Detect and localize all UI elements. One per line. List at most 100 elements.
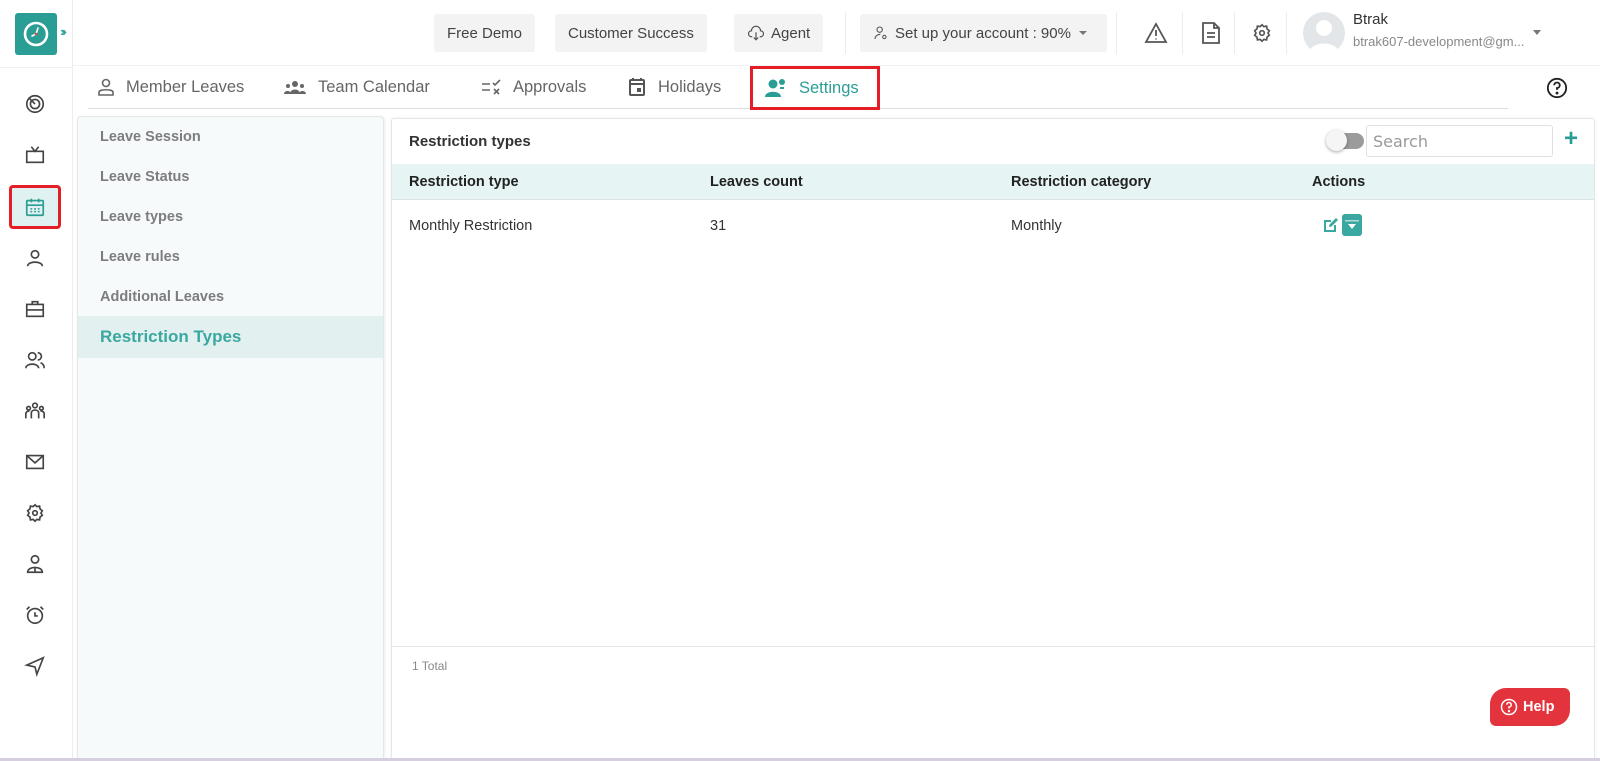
tab-holidays[interactable]: Holidays: [628, 66, 721, 108]
free-demo-button[interactable]: Free Demo: [434, 14, 536, 52]
search-input[interactable]: [1366, 125, 1553, 157]
caret-down-icon: [1078, 31, 1087, 35]
rail-item-tv[interactable]: [11, 135, 59, 175]
side-item-additional-leaves[interactable]: Additional Leaves: [78, 277, 383, 317]
tab-label: Member Leaves: [126, 77, 245, 96]
add-button[interactable]: +: [1564, 125, 1578, 153]
calendar-icon: [629, 78, 645, 96]
rail-item-projects[interactable]: [11, 289, 59, 329]
user-menu-caret-icon[interactable]: [1533, 30, 1541, 35]
app-logo[interactable]: [15, 13, 57, 55]
separator: [1286, 12, 1287, 54]
rail-item-user-profile[interactable]: [11, 544, 59, 584]
question-circle-icon: [1546, 77, 1568, 99]
edit-icon: [1324, 218, 1338, 232]
document-icon: [1202, 22, 1220, 44]
mail-icon: [25, 454, 45, 470]
side-item-leave-session[interactable]: Leave Session: [78, 117, 383, 157]
approvals-icon: [482, 79, 501, 95]
table-header: Restriction type Leaves count Restrictio…: [392, 164, 1594, 200]
question-circle-icon: [1500, 698, 1518, 716]
rail-item-settings[interactable]: [11, 493, 59, 533]
user-gear-icon: [874, 26, 887, 40]
document-button[interactable]: [1198, 20, 1224, 46]
target-icon: [25, 94, 45, 114]
tab-team-calendar[interactable]: Team Calendar: [284, 66, 430, 108]
edit-button[interactable]: [1320, 214, 1342, 236]
clock-logo-icon: [23, 21, 49, 47]
customer-success-button[interactable]: Customer Success: [555, 14, 707, 52]
separator: [1234, 12, 1235, 54]
tv-icon: [25, 146, 45, 164]
tab-label: Settings: [799, 78, 859, 97]
side-item-leave-types[interactable]: Leave types: [78, 197, 383, 237]
table-row[interactable]: Monthly Restriction 31 Monthly: [392, 200, 1594, 255]
tab-label: Team Calendar: [318, 77, 430, 96]
column-header-actions: Actions: [1312, 174, 1366, 190]
settings-button[interactable]: [1249, 20, 1275, 46]
setup-account-label: Set up your account : 90%: [895, 24, 1071, 42]
rail-item-profile[interactable]: [11, 238, 59, 278]
side-item-restriction-types[interactable]: Restriction Types: [78, 316, 383, 358]
tab-approvals[interactable]: Approvals: [481, 66, 586, 108]
rail-divider: [0, 67, 73, 68]
customer-success-label: Customer Success: [568, 24, 694, 42]
rail-item-send[interactable]: [11, 646, 59, 686]
archive-toggle[interactable]: [1326, 130, 1364, 151]
rail-item-leave-calendar[interactable]: [9, 185, 61, 229]
tab-label: Approvals: [513, 77, 587, 96]
free-demo-label: Free Demo: [447, 24, 523, 42]
user-icon: [26, 249, 44, 267]
team-icon: [284, 81, 306, 94]
top-bar: Free Demo Customer Success Agent Set up …: [73, 0, 1600, 66]
help-label: Help: [1523, 699, 1555, 715]
rail-item-employees[interactable]: [11, 340, 59, 380]
rail-item-timesheet[interactable]: [11, 595, 59, 635]
team-icon: [25, 402, 45, 419]
setup-account-dropdown[interactable]: Set up your account : 90%: [860, 14, 1107, 52]
agent-button[interactable]: Agent: [734, 14, 824, 52]
cloud-download-icon: [747, 25, 765, 41]
side-item-leave-status[interactable]: Leave Status: [78, 157, 383, 197]
user-name: Btrak: [1353, 11, 1389, 28]
user-gear-icon: [765, 79, 785, 97]
avatar[interactable]: [1303, 12, 1345, 54]
side-item-leave-rules[interactable]: Leave rules: [78, 237, 383, 277]
users-icon: [25, 351, 45, 369]
settings-icon: [1253, 23, 1271, 43]
tab-settings[interactable]: Settings: [750, 66, 880, 110]
cell-restriction-type: Monthly Restriction: [409, 218, 533, 234]
toggle-knob: [1326, 130, 1347, 151]
archive-button[interactable]: [1342, 214, 1362, 236]
rail-item-dashboard[interactable]: [11, 84, 59, 124]
column-header-restriction-category[interactable]: Restriction category: [1011, 174, 1151, 190]
cell-leaves-count: 31: [710, 218, 727, 234]
agent-label: Agent: [771, 24, 811, 42]
separator: [1116, 12, 1117, 54]
rail-item-mail[interactable]: [11, 442, 59, 482]
left-rail: ›››: [0, 0, 73, 761]
restriction-types-panel: Restriction types + Restriction type Lea…: [391, 118, 1595, 761]
separator: [1182, 12, 1183, 54]
column-header-restriction-type[interactable]: Restriction type: [409, 174, 519, 190]
table-footer-divider: [392, 646, 1594, 647]
separator: [845, 12, 846, 54]
column-header-leaves-count[interactable]: Leaves count: [710, 174, 803, 190]
help-button[interactable]: Help: [1490, 688, 1570, 726]
archive-icon: [1345, 220, 1359, 229]
warning-button[interactable]: [1143, 20, 1169, 46]
gear-icon: [26, 503, 44, 523]
app: ››› Free Demo Customer Success Agent Set…: [0, 0, 1600, 761]
alarm-icon: [26, 606, 44, 625]
tab-member-leaves[interactable]: Member Leaves: [98, 66, 244, 108]
rail-item-teams[interactable]: [11, 391, 59, 431]
tab-bar: Member Leaves Team Calendar Approvals Ho…: [88, 66, 1508, 110]
help-question-button[interactable]: [1546, 77, 1568, 104]
cell-restriction-category: Monthly: [1011, 218, 1062, 234]
briefcase-icon: [25, 300, 45, 318]
expand-chevrons-icon[interactable]: ›››: [60, 24, 67, 39]
person-badge-icon: [26, 554, 44, 574]
user-email: btrak607-development@gm...: [1353, 34, 1525, 49]
calendar-icon: [25, 198, 45, 217]
avatar-placeholder-icon: [1309, 20, 1339, 54]
